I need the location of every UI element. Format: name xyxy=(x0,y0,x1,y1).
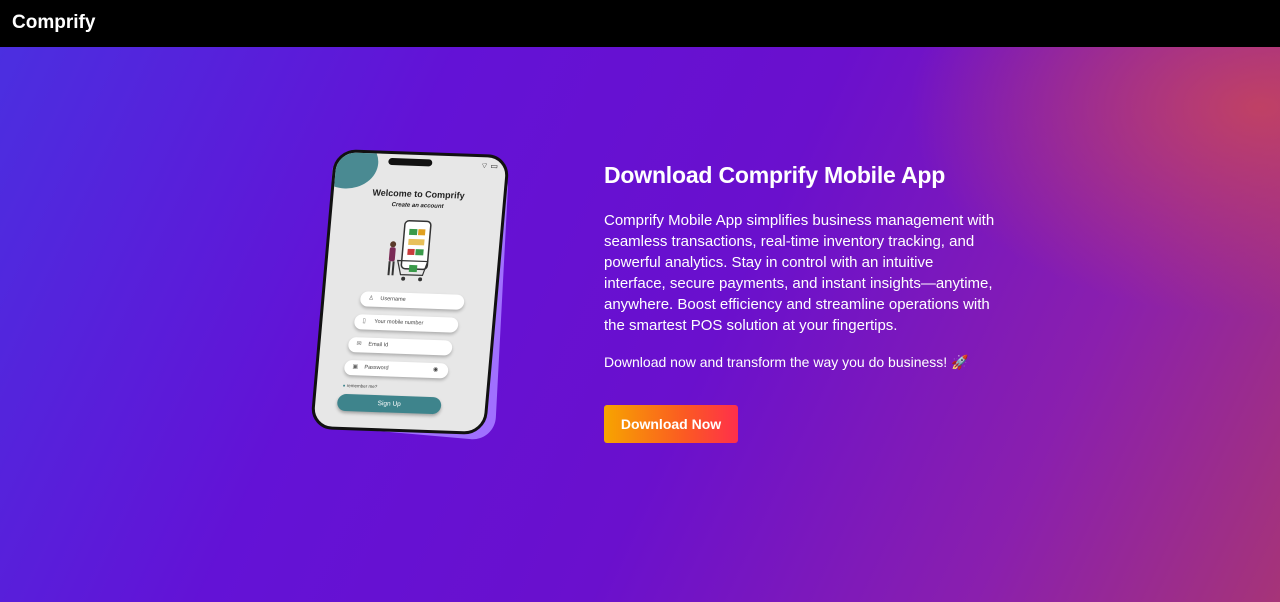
download-now-button[interactable]: Download Now xyxy=(604,405,738,443)
username-field[interactable]: ♙ Username xyxy=(359,291,465,310)
phone-subtitle: Create an account xyxy=(391,202,444,210)
user-icon: ♙ xyxy=(368,295,375,302)
decorative-blob xyxy=(314,149,381,190)
phone-screen: ⌔ ▭ Welcome to Comprify Create an accoun… xyxy=(309,149,511,435)
page-title: Download Comprify Mobile App xyxy=(604,162,946,188)
phone-mockup: ⌔ ▭ Welcome to Comprify Create an accoun… xyxy=(309,148,511,442)
cta-text: Download now and transform the way you d… xyxy=(604,354,969,370)
navbar: Comprify xyxy=(0,0,1280,47)
lock-icon: ▣ xyxy=(352,364,359,371)
download-section: Download Comprify Mobile App Comprify Mo… xyxy=(604,162,1004,443)
password-placeholder: Password xyxy=(364,364,389,372)
remember-me-checkbox[interactable]: ● remember me? xyxy=(343,383,378,389)
phone-icon: ▯ xyxy=(362,318,366,325)
email-placeholder: Email Id xyxy=(368,341,389,349)
signup-button[interactable]: Sign Up xyxy=(336,393,442,415)
phone-welcome-title: Welcome to Comprify xyxy=(372,187,466,201)
password-field[interactable]: ▣ Password ◉ xyxy=(343,359,449,379)
wifi-battery-icon: ⌔ ▭ xyxy=(480,161,499,171)
shopping-illustration xyxy=(387,220,432,282)
mobile-field[interactable]: ▯ Your mobile number xyxy=(353,314,459,333)
mail-icon: ✉ xyxy=(356,341,362,348)
app-description: Comprify Mobile App simplifies business … xyxy=(604,212,995,334)
username-placeholder: Username xyxy=(380,295,406,303)
checkbox-icon: ● xyxy=(342,382,346,388)
remember-label: remember me? xyxy=(346,383,378,390)
mobile-placeholder: Your mobile number xyxy=(374,318,424,327)
phone-notch xyxy=(388,157,433,167)
eye-icon[interactable]: ◉ xyxy=(432,363,439,378)
email-field[interactable]: ✉ Email Id xyxy=(347,336,453,356)
brand-logo[interactable]: Comprify xyxy=(12,12,95,34)
